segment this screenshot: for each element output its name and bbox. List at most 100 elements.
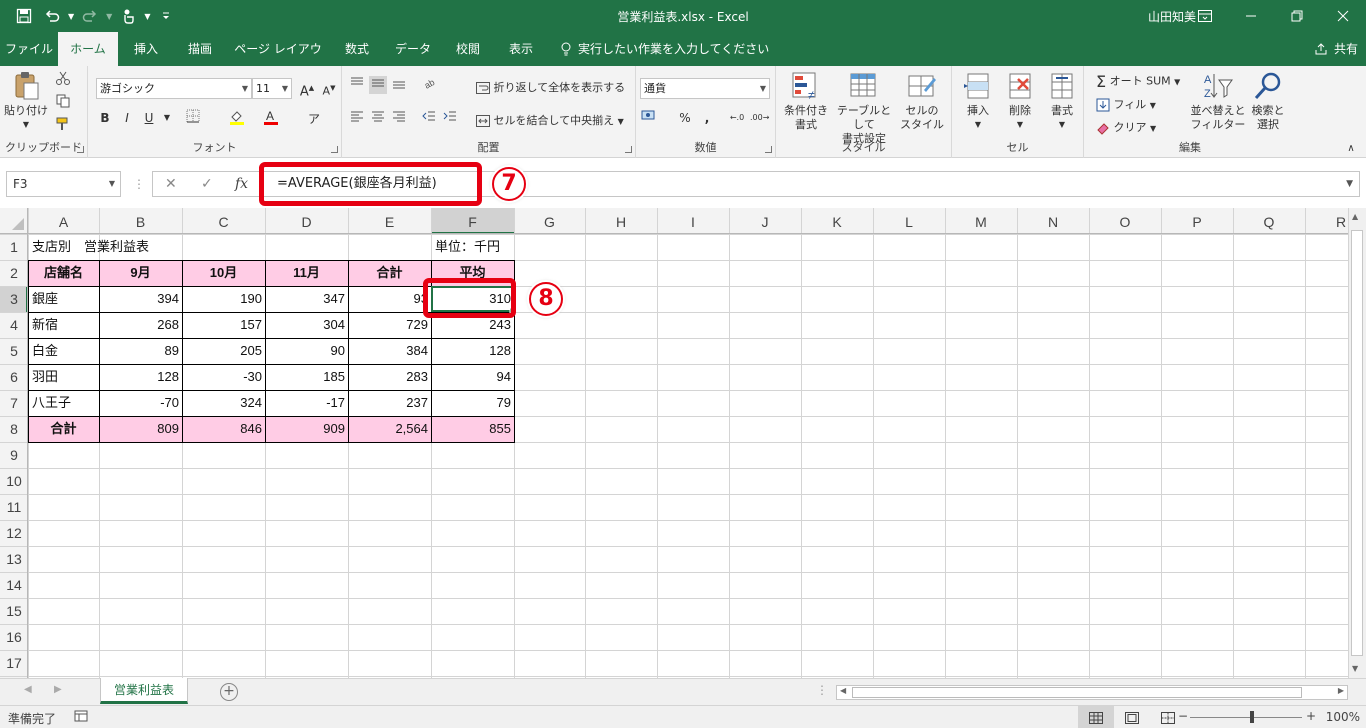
tab-insert[interactable]: 挿入 [122,32,170,66]
column-header-i[interactable]: I [691,214,695,230]
grow-font-button[interactable]: A▲ [298,79,316,99]
value-cell[interactable]: 237 [348,390,431,416]
conditional-formatting-button[interactable]: ≠ 条件付き 書式 [780,70,832,132]
wrap-text-button[interactable]: 折り返して全体を表示する [476,79,625,95]
value-cell[interactable]: 268 [99,312,182,338]
align-bottom-icon[interactable] [390,76,408,94]
prev-sheet-icon[interactable]: ◀ [24,684,32,695]
vertical-scroll-thumb[interactable] [1351,230,1363,656]
insert-cells-button[interactable]: 挿入 ▼ [958,70,998,132]
collapse-ribbon-icon[interactable]: ∧ [1342,140,1360,158]
value-cell[interactable]: 157 [182,312,265,338]
value-cell[interactable]: -17 [265,390,348,416]
scroll-right-icon[interactable]: ▶ [1338,686,1344,695]
next-sheet-icon[interactable]: ▶ [54,684,62,695]
cell-f1-unit[interactable]: 単位：千円 [431,234,514,260]
align-right-icon[interactable] [390,109,408,127]
value-cell[interactable]: -70 [99,390,182,416]
total-value-cell[interactable]: 809 [99,416,182,442]
touch-mode-icon[interactable] [116,5,140,27]
value-cell[interactable]: 384 [348,338,431,364]
column-header-b[interactable]: B [136,214,145,230]
tab-splitter-icon[interactable]: ⋮ [816,683,828,697]
value-cell[interactable]: 324 [182,390,265,416]
value-cell[interactable]: 394 [99,286,182,312]
redo-dropdown-icon[interactable]: ▼ [106,12,112,21]
page-layout-view-icon[interactable] [1114,706,1150,728]
row-header-3[interactable]: 3 [10,291,18,307]
worksheet-grid[interactable]: A B C D E F G H I J K L M N O P Q R 1 2 3 4 5 6 7 8 9 10 11 12 13 14 15 1… [0,208,1366,678]
sheet-tab-active[interactable]: 営業利益表 [100,678,188,704]
row-header-6[interactable]: 6 [10,369,18,385]
cell-styles-button[interactable]: セルの スタイル [896,70,948,132]
column-header-p[interactable]: P [1192,214,1201,230]
clear-button[interactable]: クリア ▼ [1096,119,1156,135]
fill-button[interactable]: フィル ▼ [1096,96,1156,112]
customize-qat-icon[interactable] [154,5,178,27]
insert-function-icon[interactable]: fx [235,176,248,192]
column-header-l[interactable]: L [905,214,913,230]
comma-button[interactable]: , [698,109,716,127]
header-cell[interactable]: 合計 [348,260,431,286]
total-value-cell[interactable]: 846 [182,416,265,442]
column-header-m[interactable]: M [975,214,987,230]
value-cell[interactable]: 205 [182,338,265,364]
column-header-k[interactable]: K [832,214,842,230]
tab-draw[interactable]: 描画 [176,32,224,66]
column-header-j[interactable]: J [762,214,769,230]
zoom-out-icon[interactable]: − [1178,709,1188,723]
column-header-d[interactable]: D [301,214,311,230]
cancel-icon[interactable]: ✕ [165,176,177,192]
align-middle-icon[interactable] [369,76,387,94]
value-cell[interactable]: 304 [265,312,348,338]
row-header-2[interactable]: 2 [10,265,18,281]
row-header-15[interactable]: 15 [6,603,22,619]
cell-a1-title[interactable]: 支店別 営業利益表 [28,234,265,260]
undo-icon[interactable] [40,5,64,27]
formula-bar-splitter[interactable]: ⋮ [133,177,145,191]
font-size-combo[interactable]: 11 ▼ [252,78,292,99]
font-color-icon[interactable]: A [262,109,280,127]
accounting-format-icon[interactable] [640,109,658,127]
column-header-e[interactable]: E [385,214,394,230]
row-header-16[interactable]: 16 [6,629,22,645]
touch-mode-dropdown-icon[interactable]: ▼ [144,12,150,21]
cut-icon[interactable] [54,70,72,88]
column-header-f[interactable]: F [468,214,477,230]
row-header-1[interactable]: 1 [10,239,18,255]
tab-view[interactable]: 表示 [498,32,544,66]
close-icon[interactable] [1320,0,1366,32]
expand-formula-bar-icon[interactable]: ▼ [1346,172,1353,196]
value-cell[interactable]: 128 [431,338,514,364]
total-label-cell[interactable]: 合計 [28,416,99,442]
sort-filter-button[interactable]: AZ 並べ替えと フィルター [1190,70,1246,132]
tab-page-layout[interactable]: ページ レイアウト [230,32,326,90]
column-header-a[interactable]: A [59,214,69,230]
bold-button[interactable]: B [96,109,114,127]
column-header-c[interactable]: C [218,214,228,230]
row-header-14[interactable]: 14 [6,577,22,593]
restore-icon[interactable] [1274,0,1320,32]
value-cell[interactable]: 94 [431,364,514,390]
value-cell[interactable]: 190 [182,286,265,312]
store-name-cell[interactable]: 羽田 [28,364,99,390]
ribbon-display-options-icon[interactable] [1182,0,1228,32]
decrease-decimal-icon[interactable]: .00→ [750,109,769,127]
row-header-4[interactable]: 4 [10,317,18,333]
store-name-cell[interactable]: 八王子 [28,390,99,416]
format-cells-button[interactable]: 書式 ▼ [1042,70,1082,132]
delete-cells-button[interactable]: 削除 ▼ [1000,70,1040,132]
value-cell[interactable]: -30 [182,364,265,390]
column-header-h[interactable]: H [616,214,626,230]
value-cell[interactable]: 185 [265,364,348,390]
horizontal-scrollbar[interactable]: ◀ ▶ [836,685,1348,700]
find-select-button[interactable]: 検索と 選択 [1244,70,1292,132]
autosum-button[interactable]: Σ オート SUM ▼ [1096,72,1180,91]
tab-data[interactable]: データ [388,32,438,66]
row-header-5[interactable]: 5 [10,343,18,359]
zoom-in-icon[interactable]: + [1306,709,1316,723]
underline-dropdown-icon[interactable]: ▼ [158,109,176,127]
row-header-9[interactable]: 9 [10,447,18,463]
value-cell[interactable]: 79 [431,390,514,416]
enter-icon[interactable]: ✓ [201,176,213,192]
